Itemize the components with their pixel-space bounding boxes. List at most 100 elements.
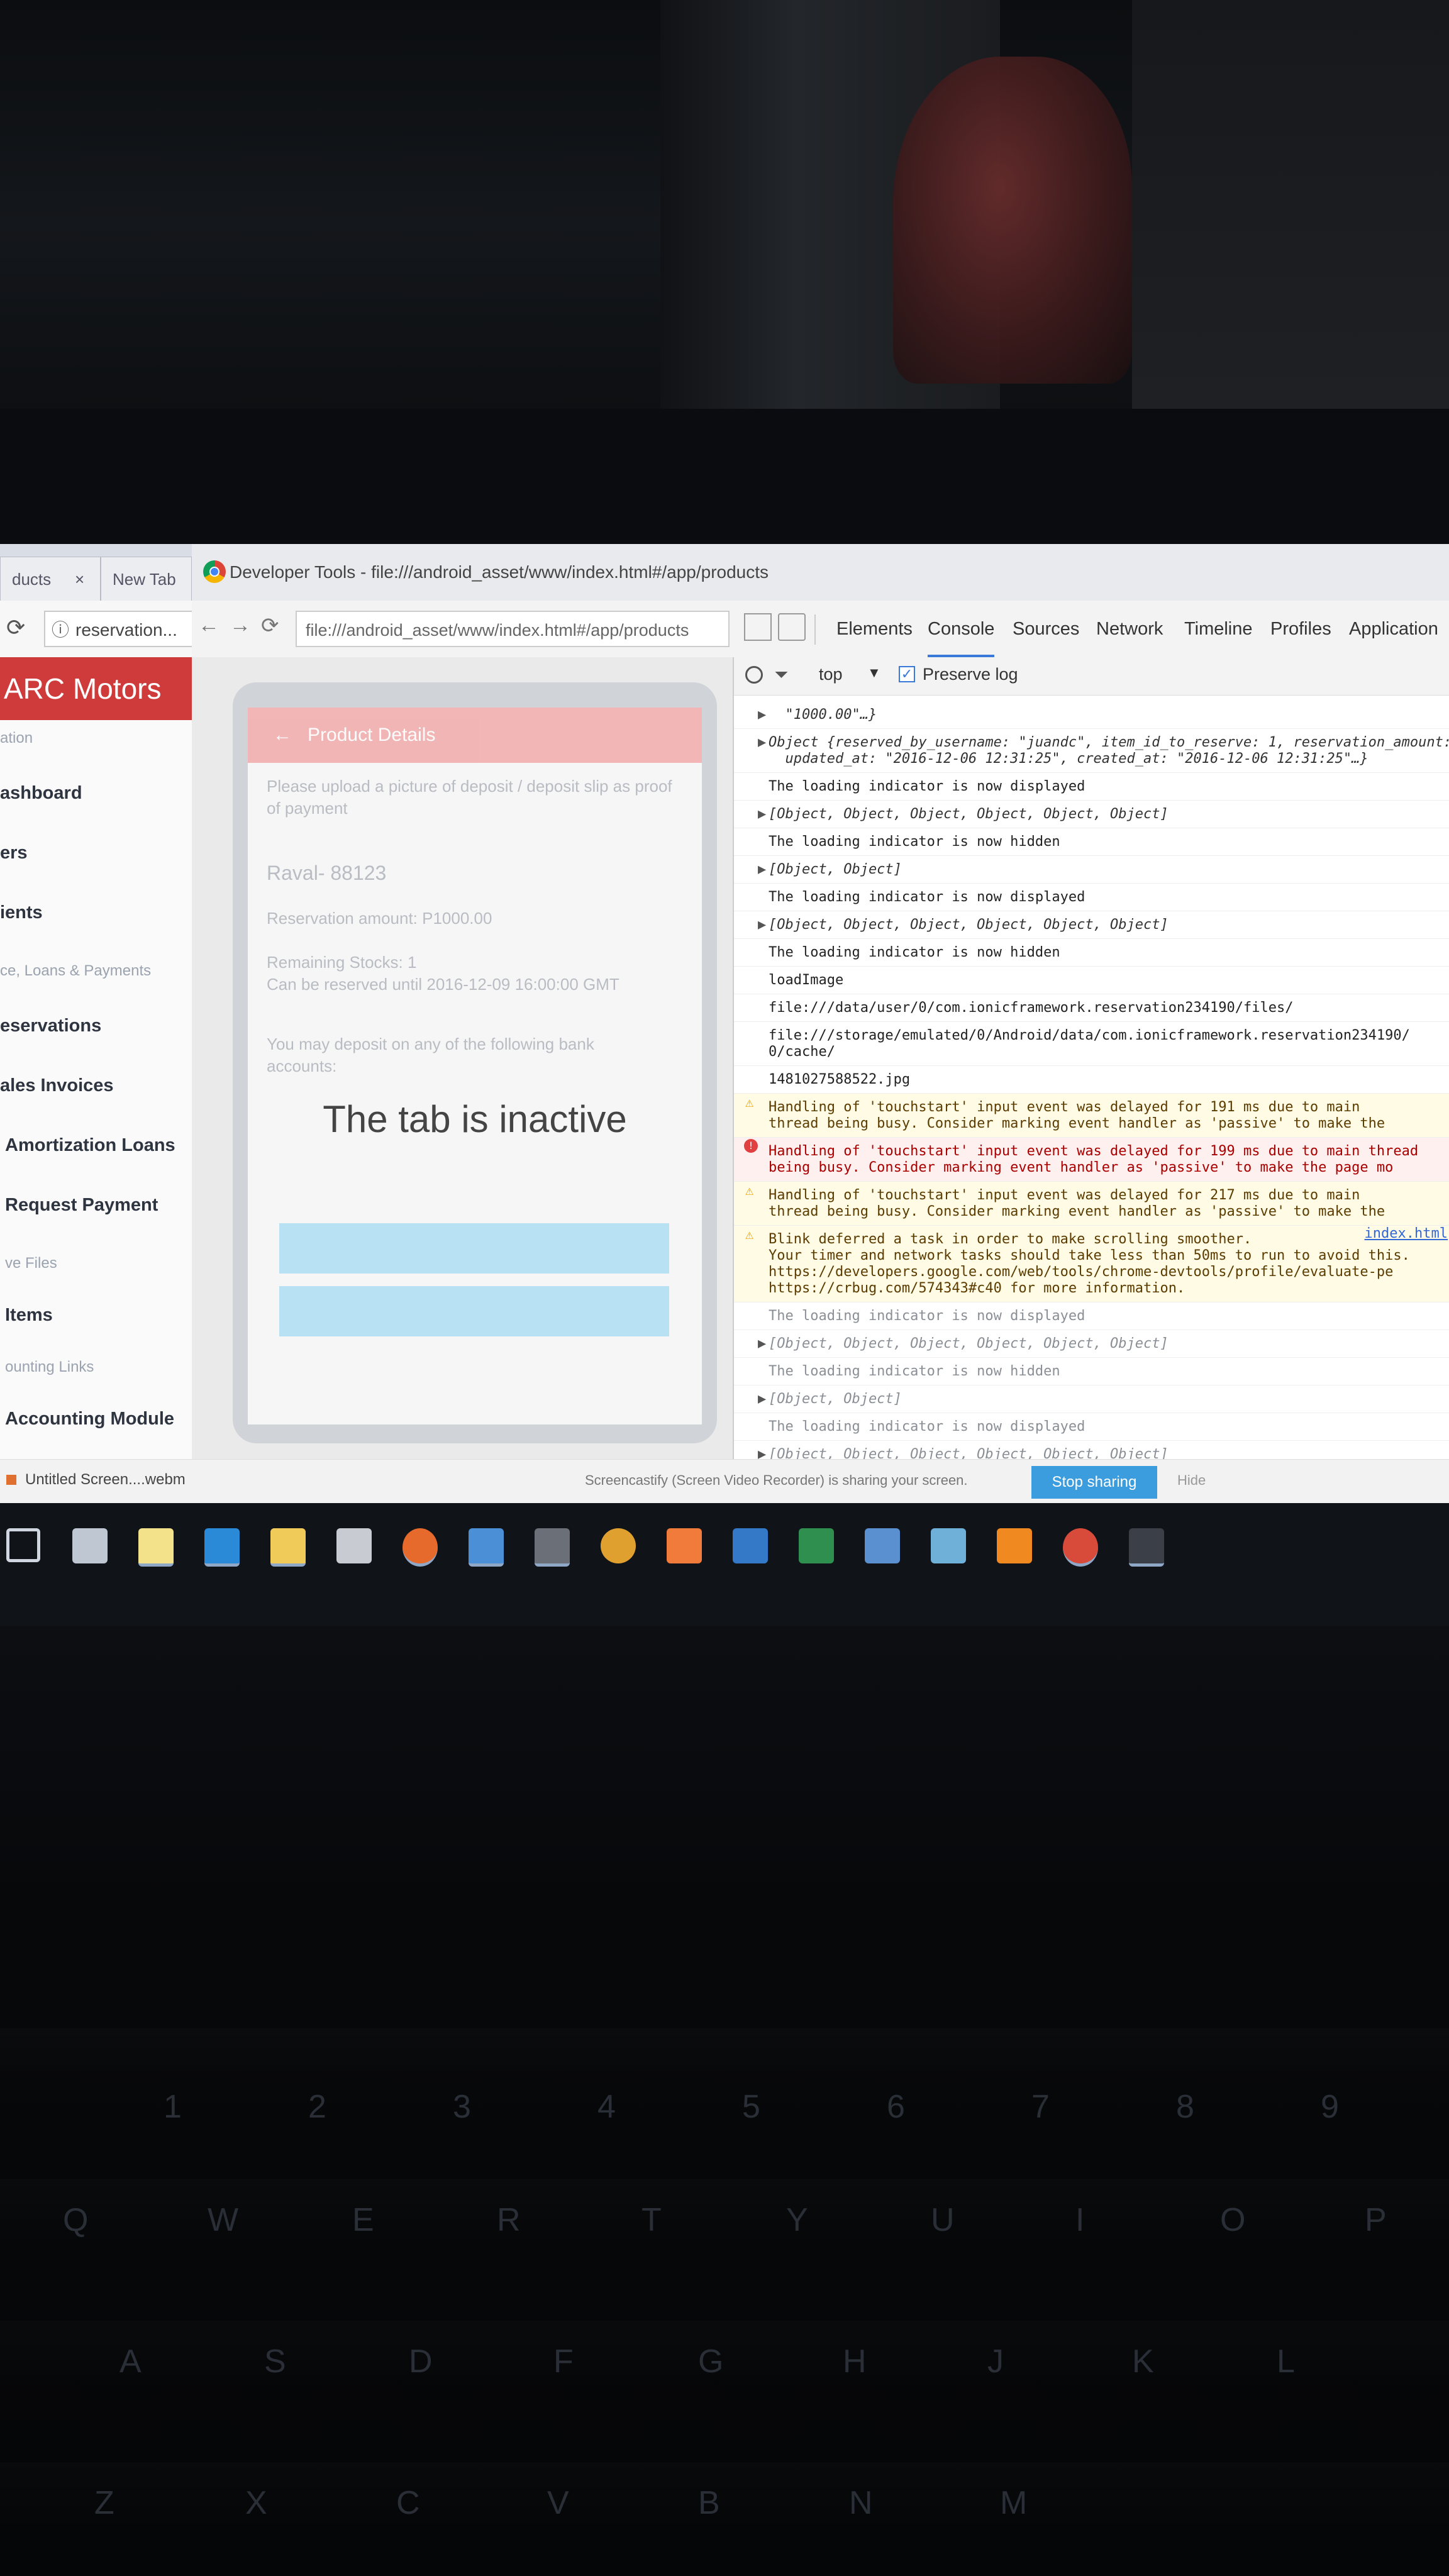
laptop-keyboard: 1234567890QWERTYUIOPASDFGHJKLZXCVBNM [0,1626,1449,2576]
keyboard-key: 2 [308,2089,326,2125]
screen-sharing-bar: Untitled Screen....webm Screencastify (S… [0,1459,1449,1504]
context-selector[interactable]: top [819,665,843,684]
windows-start-icon[interactable] [6,1528,40,1562]
chrome-active-icon[interactable] [1063,1528,1098,1567]
network-icon[interactable] [865,1528,900,1563]
keyboard-key: 4 [597,2089,616,2125]
chevron-down-icon[interactable]: ▼ [867,665,881,681]
console-line[interactable]: ▶ [Object, Object, Object, Object, Object… [734,1330,1449,1358]
sidebar-item[interactable]: ation [0,730,192,747]
expand-triangle-icon[interactable]: ▶ [758,735,766,751]
tab-application[interactable]: Application [1349,601,1438,657]
clear-console-icon[interactable] [745,666,763,684]
tab-sources[interactable]: Sources [1013,601,1079,657]
sidebar-item[interactable]: ce, Loans & Payments [0,962,192,980]
expand-triangle-icon[interactable]: ▶ [758,917,766,933]
console-line[interactable]: ▶ [Object, Object, Object, Object, Object… [734,801,1449,828]
virtualbox-icon[interactable] [469,1528,504,1567]
devtools-address-bar: ← → ⟳ file:///android_asset/www/index.ht… [192,601,733,658]
keyboard-key: 8 [1176,2089,1194,2125]
devtools-url-field[interactable]: file:///android_asset/www/index.html#/ap… [296,611,730,647]
console-text: Object {reserved_by_username: "juandc", … [769,735,1449,767]
console-text: file:///data/user/0/com.ionicframework.r… [769,1000,1294,1016]
expand-triangle-icon[interactable]: ▶ [758,1336,766,1352]
console-line[interactable]: ▶ [Object, Object, Object, Object, Object… [734,1441,1449,1459]
blurred-button[interactable] [279,1286,669,1336]
settings-icon[interactable] [336,1528,372,1563]
tab-timeline[interactable]: Timeline [1184,601,1253,657]
browser-tab[interactable]: ducts × [0,557,101,601]
console-line: The loading indicator is now displayed [734,884,1449,911]
console-line[interactable]: ▶ [Object, Object] [734,1385,1449,1413]
expand-triangle-icon[interactable]: ▶ [758,862,766,878]
console-line[interactable]: ▶ "1000.00"…} [734,701,1449,729]
blurred-text: accounts: [267,1057,337,1075]
source-link[interactable]: index.html [1365,1226,1448,1242]
stop-sharing-button[interactable]: Stop sharing [1031,1466,1157,1499]
edge-icon[interactable] [204,1528,240,1567]
sidebar-item[interactable]: ers [0,843,192,863]
browser-tab-strip: ducts × New Tab Developer Tools - file:/… [0,544,1449,601]
devtools-window-title: Developer Tools - file:///android_asset/… [192,544,1449,601]
sidebar-item[interactable]: Accounting Module [0,1409,192,1430]
sidebar-item[interactable]: eservations [0,1016,192,1036]
expand-triangle-icon[interactable]: ▶ [758,707,766,723]
excel-icon[interactable] [799,1528,834,1563]
app-brand: ARC Motors [0,657,192,720]
sidebar-item[interactable]: ales Invoices [0,1075,192,1096]
expand-triangle-icon[interactable]: ▶ [758,1391,766,1407]
task-view-icon[interactable] [72,1528,108,1563]
sidebar-item[interactable]: ashboard [0,783,192,804]
sidebar-item[interactable]: ve Files [0,1255,192,1272]
terminal-icon[interactable] [535,1528,570,1567]
vlc-icon[interactable] [997,1528,1032,1563]
address-field[interactable]: ⓘ reservation... [44,611,192,647]
filter-icon[interactable]: ⏷ [774,665,788,686]
keyboard-key: R [497,2202,521,2238]
console-line[interactable]: ▶ Object {reserved_by_username: "juandc",… [734,729,1449,773]
app-icon[interactable] [1129,1528,1164,1567]
sidebar-item[interactable]: ients [0,902,192,923]
inspect-element-icon[interactable] [744,613,772,641]
sidebar-item[interactable]: Amortization Loans [0,1135,192,1156]
close-icon[interactable]: × [75,557,84,601]
expand-triangle-icon[interactable]: ▶ [758,806,766,823]
console-text: The loading indicator is now displayed [769,1419,1085,1435]
blurred-button[interactable] [279,1223,669,1274]
hide-button[interactable]: Hide [1177,1472,1206,1489]
console-text: The loading indicator is now displayed [769,1308,1085,1324]
chrome-icon[interactable] [601,1528,636,1563]
info-icon[interactable]: ⓘ [52,612,69,646]
reload-icon[interactable]: ⟳ [261,613,279,638]
tab-network[interactable]: Network [1096,601,1163,657]
firefox-icon[interactable] [402,1528,438,1567]
back-arrow-icon[interactable]: ← [273,724,308,745]
console-line[interactable]: ▶ [Object, Object] [734,856,1449,884]
tab-profiles[interactable]: Profiles [1270,601,1331,657]
back-icon[interactable]: ← [198,613,219,638]
browser-tab-new[interactable]: New Tab [101,557,192,601]
tab-elements[interactable]: Elements [836,601,913,657]
blurred-text: Please upload a picture of deposit / dep… [267,777,672,796]
forward-icon[interactable]: → [230,613,251,638]
blurred-text: Raval- 88123 [267,862,387,884]
device-toolbar-icon[interactable] [778,613,806,641]
download-item[interactable]: Untitled Screen....webm [6,1471,186,1489]
tab-console[interactable]: Console [928,601,995,657]
sidebar-item[interactable]: ounting Links [0,1358,192,1376]
sidebar-item[interactable]: Request Payment [0,1195,192,1216]
reload-icon[interactable]: ⟳ [6,614,25,641]
notepad-icon[interactable] [931,1528,966,1563]
file-explorer-icon[interactable] [270,1528,306,1567]
sticky-notes-icon[interactable] [138,1528,174,1567]
preserve-log-checkbox[interactable]: ✓ [899,666,915,682]
code-editor-icon[interactable] [733,1528,768,1563]
keyboard-key: G [698,2343,724,2380]
expand-triangle-icon[interactable]: ▶ [758,1446,766,1459]
keyboard-key: F [553,2343,574,2380]
keyboard-key: W [208,2202,239,2238]
console-line[interactable]: ▶ [Object, Object, Object, Object, Object… [734,911,1449,939]
console-line: ⚠ Blink deferred a task in order to make … [734,1226,1449,1302]
sidebar-item[interactable]: Items [0,1305,192,1326]
xampp-icon[interactable] [667,1528,702,1563]
